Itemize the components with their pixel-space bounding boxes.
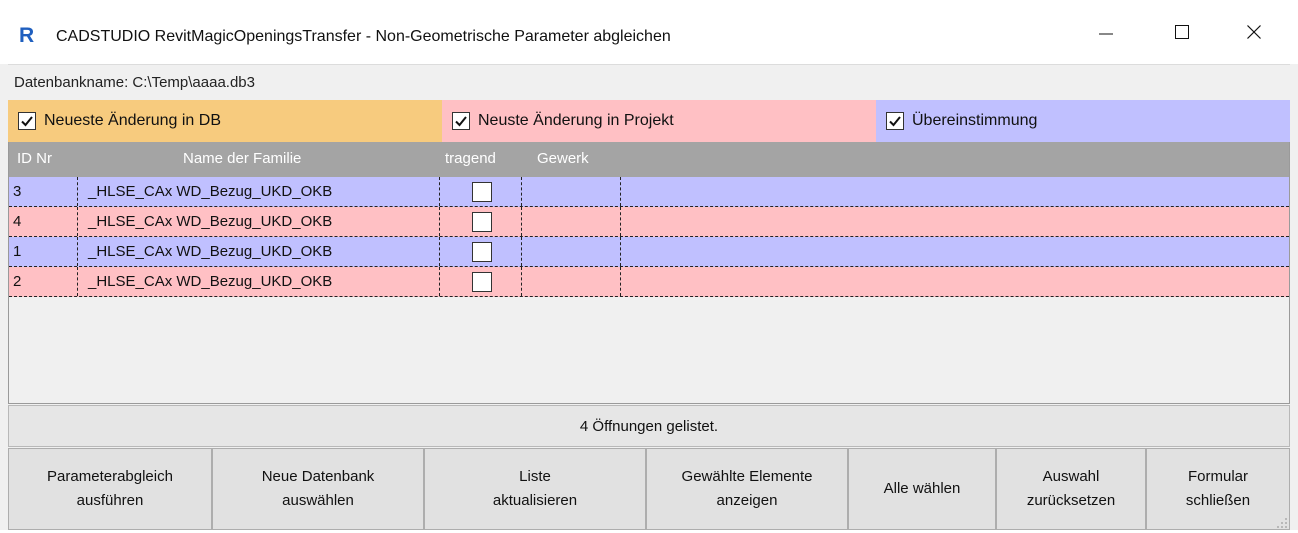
column-header-name[interactable]: Name der Familie (183, 150, 301, 167)
checkbox-match[interactable] (886, 112, 904, 130)
tragend-checkbox[interactable] (472, 182, 492, 202)
cell-family-name[interactable]: _HLSE_CAx WD_Bezug_UKD_OKB (77, 207, 439, 236)
table-row[interactable]: 4 _HLSE_CAx WD_Bezug_UKD_OKB (9, 207, 1289, 237)
cell-tragend[interactable] (439, 207, 521, 236)
legend-label-newest-in-project: Neuste Änderung in Projekt (478, 112, 674, 129)
button-bar: Parameterabgleich ausführen Neue Datenba… (8, 448, 1290, 530)
reset-selection-button[interactable]: Auswahl zurücksetzen (996, 448, 1146, 530)
legend-bar: Neueste Änderung in DB Neuste Änderung i… (8, 100, 1290, 142)
tragend-checkbox[interactable] (472, 242, 492, 262)
column-header-id[interactable]: ID Nr (17, 150, 52, 167)
cell-tragend[interactable] (439, 177, 521, 206)
cell-id[interactable]: 4 (13, 207, 77, 236)
database-path-text: Datenbankname: C:\Temp\aaaa.db3 (14, 74, 255, 91)
revit-r-icon: R (16, 23, 38, 47)
close-button[interactable] (1222, 10, 1286, 58)
tragend-checkbox[interactable] (472, 272, 492, 292)
cell-gewerk[interactable] (521, 267, 621, 296)
legend-newest-in-project[interactable]: Neuste Änderung in Projekt (442, 100, 876, 142)
status-label: 4 Öffnungen gelistet. (8, 405, 1290, 447)
table-row[interactable]: 3 _HLSE_CAx WD_Bezug_UKD_OKB (9, 177, 1289, 207)
legend-label-match: Übereinstimmung (912, 112, 1038, 129)
cell-gewerk[interactable] (521, 237, 621, 266)
column-header-gewerk[interactable]: Gewerk (537, 150, 589, 167)
dialog-window: R CADSTUDIO RevitMagicOpeningsTransfer -… (0, 0, 1298, 530)
checkmark-icon (889, 116, 901, 127)
window-title: CADSTUDIO RevitMagicOpeningsTransfer - N… (56, 28, 671, 45)
svg-text:R: R (19, 24, 34, 45)
cell-gewerk[interactable] (521, 207, 621, 236)
cell-family-name[interactable]: _HLSE_CAx WD_Bezug_UKD_OKB (77, 267, 439, 296)
checkbox-newest-in-db[interactable] (18, 112, 36, 130)
legend-match[interactable]: Übereinstimmung (876, 100, 1290, 142)
run-parameter-sync-button[interactable]: Parameterabgleich ausführen (8, 448, 212, 530)
minimize-icon (1098, 24, 1114, 44)
title-bar[interactable]: R CADSTUDIO RevitMagicOpeningsTransfer -… (0, 0, 1298, 64)
status-text: 4 Öffnungen gelistet. (579, 417, 719, 435)
select-all-button[interactable]: Alle wählen (848, 448, 996, 530)
checkmark-icon (21, 116, 33, 127)
cell-tragend[interactable] (439, 237, 521, 266)
tragend-checkbox[interactable] (472, 212, 492, 232)
table-row[interactable]: 2 _HLSE_CAx WD_Bezug_UKD_OKB (9, 267, 1289, 297)
cell-family-name[interactable]: _HLSE_CAx WD_Bezug_UKD_OKB (77, 177, 439, 206)
cell-family-name[interactable]: _HLSE_CAx WD_Bezug_UKD_OKB (77, 237, 439, 266)
cell-id[interactable]: 1 (13, 237, 77, 266)
database-path-label: Datenbankname: C:\Temp\aaaa.db3 (8, 64, 1290, 100)
checkmark-icon (455, 116, 467, 127)
cell-gewerk[interactable] (521, 177, 621, 206)
cell-tragend[interactable] (439, 267, 521, 296)
legend-label-newest-in-db: Neueste Änderung in DB (44, 112, 221, 129)
checkbox-newest-in-project[interactable] (452, 112, 470, 130)
minimize-button[interactable] (1074, 10, 1138, 58)
maximize-button[interactable] (1150, 10, 1214, 58)
select-new-database-button[interactable]: Neue Datenbank auswählen (212, 448, 424, 530)
cell-id[interactable]: 2 (13, 267, 77, 296)
legend-newest-in-db[interactable]: Neueste Änderung in DB (8, 100, 442, 142)
close-form-button[interactable]: Formular schließen (1146, 448, 1290, 530)
cell-id[interactable]: 3 (13, 177, 77, 206)
table-row[interactable]: 1 _HLSE_CAx WD_Bezug_UKD_OKB (9, 237, 1289, 267)
maximize-icon (1174, 24, 1190, 44)
grid-header: ID Nr Name der Familie tragend Gewerk (9, 142, 1289, 177)
close-icon (1246, 24, 1262, 44)
openings-grid[interactable]: ID Nr Name der Familie tragend Gewerk 3 … (8, 142, 1290, 404)
resize-grip-icon[interactable] (1276, 516, 1288, 528)
refresh-list-button[interactable]: Liste aktualisieren (424, 448, 646, 530)
column-header-tragend[interactable]: tragend (445, 150, 496, 167)
show-selected-elements-button[interactable]: Gewählte Elemente anzeigen (646, 448, 848, 530)
